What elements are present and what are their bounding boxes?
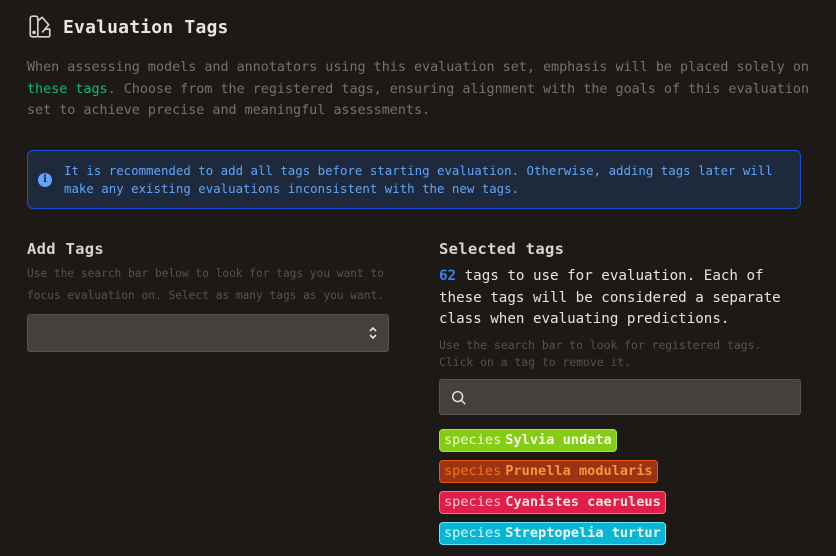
intro-text-start: When assessing models and annotators usi… <box>27 60 809 75</box>
tag-value: Streptopelia turtur <box>505 524 661 541</box>
info-alert: i It is recommended to add all tags befo… <box>27 150 801 209</box>
tag-chip[interactable]: species Prunella modularis <box>439 459 658 483</box>
tag-value: Sylvia undata <box>505 431 612 448</box>
search-icon <box>451 390 466 405</box>
tag-chip[interactable]: species Streptopelia turtur <box>439 521 666 545</box>
intro-text-end: . Choose from the registered tags, ensur… <box>27 81 810 119</box>
tag-search-box[interactable] <box>439 378 801 415</box>
add-tags-hint: Use the search bar below to look for tag… <box>27 267 384 302</box>
page-header: Evaluation Tags <box>27 14 229 40</box>
tag-value: Prunella modularis <box>505 462 653 479</box>
tag-chip[interactable]: species Sylvia undata <box>439 428 617 452</box>
selected-tag-list: species Sylvia undata species Prunella mod… <box>439 428 801 545</box>
add-tags-heading: Add Tags <box>27 240 105 258</box>
summary-text: tags to use for evaluation. Each of thes… <box>439 268 781 327</box>
selected-tags-section: Selected tags 62 tags to use for evaluat… <box>439 240 801 545</box>
page-title: Evaluation Tags <box>63 16 229 38</box>
selected-tags-hint: Use the search bar to look for registere… <box>439 337 762 369</box>
tag-search-input[interactable] <box>476 379 796 414</box>
tag-count: 62 <box>439 268 457 284</box>
chevron-up-down-icon <box>369 326 377 340</box>
selected-tags-summary: 62 tags to use for evaluation. Each of t… <box>439 266 801 331</box>
intro-text: When assessing models and annotators usi… <box>27 57 817 122</box>
selected-tags-heading: Selected tags <box>439 240 565 258</box>
these-tags-highlight: these tags <box>27 81 108 97</box>
tag-key: species <box>444 462 502 479</box>
tag-key: species <box>444 524 502 541</box>
tag-value: Cyanistes caeruleus <box>505 493 661 510</box>
alert-message: It is recommended to add all tags before… <box>64 162 773 196</box>
tag-key: species <box>444 493 502 510</box>
swatchbook-icon <box>29 15 51 38</box>
tag-chip[interactable]: species Cyanistes caeruleus <box>439 490 666 514</box>
add-tags-section: Add Tags Use the search bar below to loo… <box>27 240 389 352</box>
tag-select[interactable] <box>27 314 389 352</box>
tag-key: species <box>444 431 502 448</box>
info-icon: i <box>38 172 52 187</box>
